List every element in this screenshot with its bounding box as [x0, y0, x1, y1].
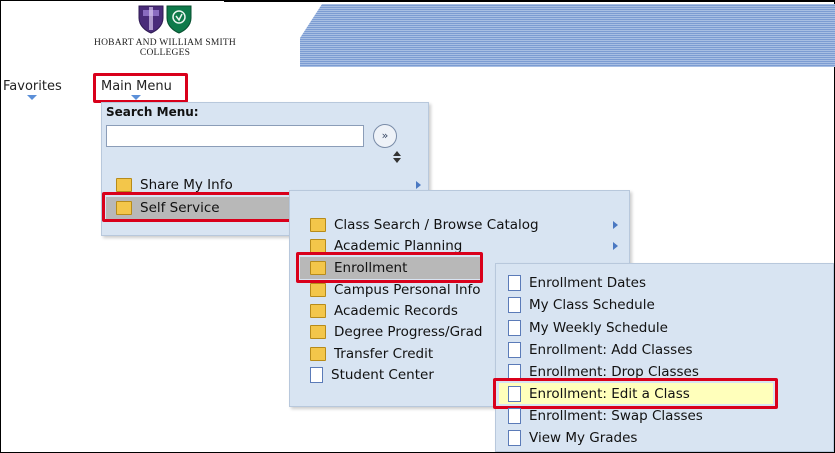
menu-item-label: Student Center	[331, 367, 434, 383]
submenu-arrow-icon	[416, 181, 421, 189]
search-menu-input[interactable]	[106, 125, 364, 147]
document-icon	[508, 320, 521, 336]
menu-item-academic-records[interactable]: Academic Records	[310, 301, 458, 321]
menu-item-label: View My Grades	[529, 430, 638, 446]
menu-item-label: My Weekly Schedule	[529, 320, 668, 336]
menu-item-transfer-credit[interactable]: Transfer Credit	[310, 344, 433, 364]
menu-item-view-my-grades[interactable]: View My Grades	[508, 428, 637, 448]
folder-icon	[310, 304, 326, 318]
search-go-button[interactable]: »	[373, 124, 397, 148]
menu-item-label: Enrollment: Add Classes	[529, 342, 693, 358]
main-menu-highlight	[93, 73, 188, 103]
favorites-label: Favorites	[3, 79, 62, 94]
menu-item-label: Campus Personal Info	[334, 282, 481, 298]
menu-item-enrollment-dates[interactable]: Enrollment Dates	[508, 273, 646, 293]
menu-item-swap-classes[interactable]: Enrollment: Swap Classes	[508, 406, 703, 426]
college-name-line2: COLLEGES	[139, 48, 191, 58]
top-border	[224, 0, 835, 2]
menu-item-label: Class Search / Browse Catalog	[334, 217, 539, 233]
menu-item-label: Enrollment: Swap Classes	[529, 408, 703, 424]
college-name-line1: HOBART AND WILLIAM SMITH	[94, 38, 236, 48]
submenu-arrow-icon	[613, 221, 618, 229]
menu-item-label: Transfer Credit	[334, 346, 434, 362]
college-logo[interactable]: HOBART AND WILLIAM SMITH COLLEGES	[60, 4, 270, 64]
menu-item-degree-progress[interactable]: Degree Progress/Grad	[310, 322, 482, 342]
enrollment-highlight	[296, 252, 483, 283]
favorites-menu[interactable]: Favorites	[3, 79, 62, 100]
go-arrow-icon: »	[381, 129, 389, 142]
folder-icon	[310, 218, 326, 232]
menu-item-my-class-schedule[interactable]: My Class Schedule	[508, 295, 655, 315]
folder-icon	[310, 347, 326, 361]
search-menu-label: Search Menu:	[106, 105, 199, 119]
shield-icons	[60, 4, 270, 34]
folder-icon	[116, 178, 132, 192]
document-icon	[310, 367, 323, 383]
hobart-shield-icon	[138, 5, 164, 34]
menu-item-campus-personal-info[interactable]: Campus Personal Info	[310, 280, 481, 300]
document-icon	[508, 342, 521, 358]
folder-icon	[310, 325, 326, 339]
william-smith-shield-icon	[166, 5, 192, 34]
folder-icon	[310, 239, 326, 253]
menu-item-add-classes[interactable]: Enrollment: Add Classes	[508, 340, 693, 360]
menu-item-label: My Class Schedule	[529, 297, 655, 313]
college-name: HOBART AND WILLIAM SMITH COLLEGES	[60, 38, 270, 58]
sort-options-icon[interactable]	[392, 150, 402, 164]
submenu-arrow-icon	[613, 242, 618, 250]
document-icon	[508, 297, 521, 313]
menu-item-class-search[interactable]: Class Search / Browse Catalog	[310, 215, 539, 235]
menu-item-label: Academic Records	[334, 303, 458, 319]
document-icon	[508, 408, 521, 424]
favorites-dropdown-icon	[27, 95, 38, 100]
menu-item-my-weekly-schedule[interactable]: My Weekly Schedule	[508, 318, 668, 338]
menu-item-label: Share My Info	[140, 177, 233, 193]
edit-a-class-highlight	[493, 378, 778, 409]
menu-item-student-center[interactable]: Student Center	[310, 365, 434, 385]
self-service-highlight	[102, 192, 292, 222]
menu-item-label: Enrollment Dates	[529, 275, 646, 291]
document-icon	[508, 430, 521, 446]
menu-item-label: Degree Progress/Grad	[334, 324, 483, 340]
document-icon	[508, 275, 521, 291]
header-banner	[300, 4, 835, 67]
folder-icon	[310, 283, 326, 297]
